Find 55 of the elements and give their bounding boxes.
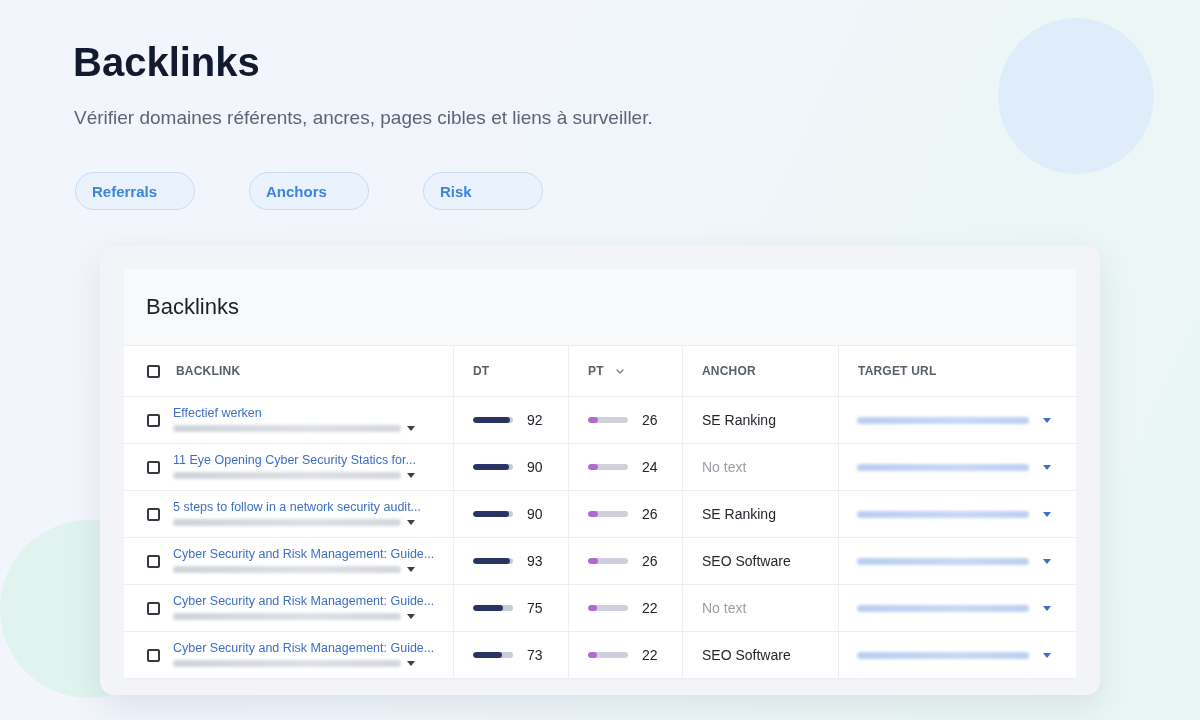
caret-icon[interactable] xyxy=(1043,417,1051,423)
caret-icon[interactable] xyxy=(407,472,415,478)
anchor-text: No text xyxy=(702,459,747,475)
score-value: 75 xyxy=(527,600,543,616)
checkbox[interactable] xyxy=(147,364,160,378)
score-value: 90 xyxy=(527,459,543,475)
checkbox[interactable] xyxy=(147,554,160,568)
checkbox[interactable] xyxy=(147,601,160,615)
caret-icon[interactable] xyxy=(407,425,415,431)
checkbox[interactable] xyxy=(147,413,160,427)
caret-icon[interactable] xyxy=(1043,605,1051,611)
filter-tab[interactable]: Risk xyxy=(423,172,543,210)
backlink-title[interactable]: Cyber Security and Risk Management: Guide... xyxy=(173,593,435,609)
caret-icon[interactable] xyxy=(1043,652,1051,658)
page-title: Backlinks xyxy=(73,39,260,86)
score-value: 26 xyxy=(642,506,658,522)
caret-icon[interactable] xyxy=(407,660,415,666)
caret-icon[interactable] xyxy=(407,613,415,619)
anchor-text: SEO Software xyxy=(702,647,791,663)
checkbox[interactable] xyxy=(147,460,160,474)
caret-icon[interactable] xyxy=(407,566,415,572)
column-header: DT xyxy=(473,364,490,378)
column-header: PT xyxy=(588,364,604,378)
caret-icon[interactable] xyxy=(407,519,415,525)
filter-tab[interactable]: Referrals xyxy=(75,172,195,210)
column-header: ANCHOR xyxy=(702,364,756,378)
backlink-title[interactable]: Effectief werken xyxy=(173,405,415,421)
score-value: 92 xyxy=(527,412,543,428)
score-value: 22 xyxy=(642,600,658,616)
filter-tab[interactable]: Anchors xyxy=(249,172,369,210)
page-subtitle: Vérifier domaines référents, ancres, pages cibles et liens à surveiller. xyxy=(74,106,653,130)
score-value: 73 xyxy=(527,647,543,663)
anchor-text: SEO Software xyxy=(702,553,791,569)
score-value: 26 xyxy=(642,412,658,428)
checkbox[interactable] xyxy=(147,507,160,521)
backlink-title[interactable]: 5 steps to follow in a network security audit... xyxy=(173,499,422,515)
column-header: BACKLINK xyxy=(176,364,241,378)
caret-icon[interactable] xyxy=(1043,511,1051,517)
checkbox[interactable] xyxy=(147,648,160,662)
backlink-title[interactable]: Cyber Security and Risk Management: Guide... xyxy=(173,546,435,562)
panel-title: Backlinks xyxy=(146,294,239,320)
score-value: 90 xyxy=(527,506,543,522)
anchor-text: SE Ranking xyxy=(702,506,776,522)
backlink-title[interactable]: 11 Eye Opening Cyber Security Statics for... xyxy=(173,452,416,468)
anchor-text: No text xyxy=(702,600,747,616)
anchor-text: SE Ranking xyxy=(702,412,776,428)
backlink-title[interactable]: Cyber Security and Risk Management: Guide... xyxy=(173,640,435,656)
column-header: TARGET URL xyxy=(858,364,937,378)
score-value: 26 xyxy=(642,553,658,569)
chevron-down-icon[interactable] xyxy=(615,368,624,374)
score-value: 22 xyxy=(642,647,658,663)
caret-icon[interactable] xyxy=(1043,558,1051,564)
caret-icon[interactable] xyxy=(1043,464,1051,470)
score-value: 24 xyxy=(642,459,658,475)
score-value: 93 xyxy=(527,553,543,569)
